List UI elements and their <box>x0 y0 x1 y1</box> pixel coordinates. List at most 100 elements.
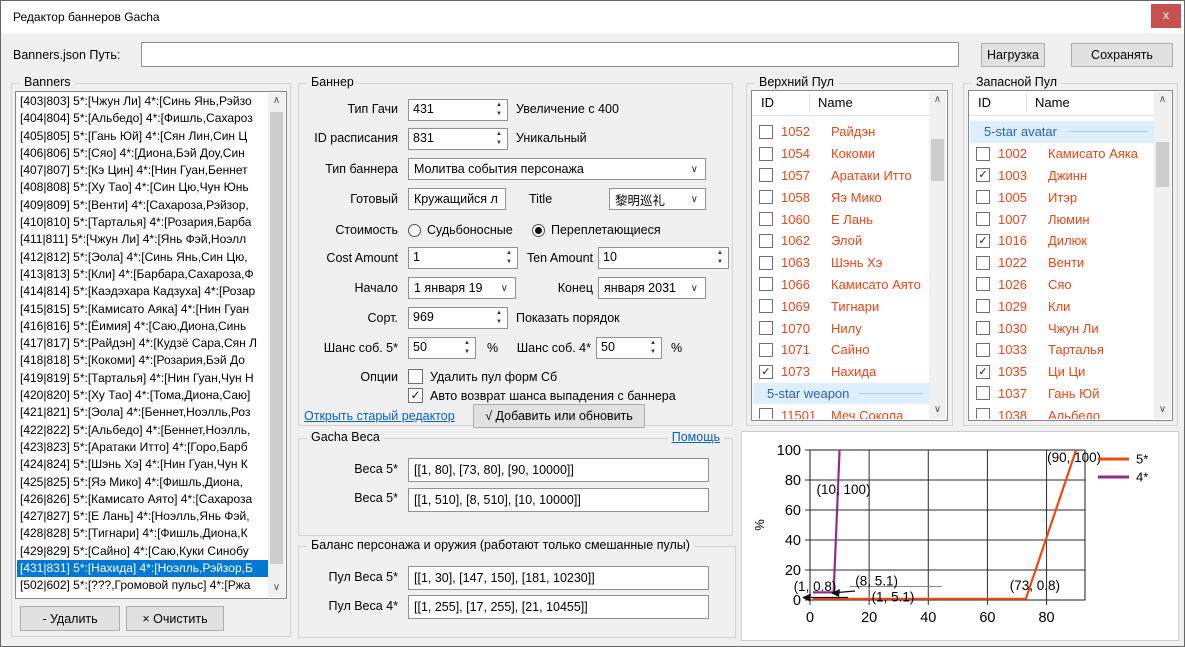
scrollbar-thumb[interactable] <box>270 112 283 564</box>
banner-list-item[interactable]: [406|806] 5*:[Сяо] 4*:[Диона,Бэй Доу,Син <box>17 145 268 162</box>
pool-row[interactable]: 1003Джинн <box>970 165 1154 187</box>
save-button[interactable]: Сохранять <box>1071 43 1173 67</box>
unchecked-checkbox[interactable] <box>976 321 990 335</box>
pool-row[interactable]: 1073Нахида <box>753 361 929 383</box>
scroll-down-icon[interactable] <box>268 580 285 597</box>
path-input[interactable] <box>141 42 959 67</box>
pool-row[interactable]: 1071Сайно <box>753 339 929 361</box>
spin-down-icon[interactable] <box>491 139 507 149</box>
banner-list-item[interactable]: [411|811] 5*:[Чжун Ли] 4*:[Янь Фэй,Ноэлл <box>17 231 268 248</box>
spin-up-icon[interactable] <box>645 338 661 348</box>
pool-row[interactable]: 1037Гань Юй <box>970 383 1154 405</box>
unchecked-checkbox[interactable] <box>759 168 773 182</box>
spin-up-icon[interactable] <box>459 338 475 348</box>
banner-list-item[interactable]: [428|828] 5*:[Тигнари] 4*:[Фишль,Диона,К <box>17 525 268 542</box>
begin-date-dropdown[interactable]: 1 января 19 <box>408 277 516 299</box>
unchecked-checkbox[interactable] <box>759 234 773 248</box>
pool-row[interactable]: 1060Е Лань <box>753 208 929 230</box>
scrollbar-thumb[interactable] <box>1156 142 1169 187</box>
reserve-pool-header[interactable]: ID Name <box>969 91 1154 116</box>
pool-row[interactable]: 1030Чжун Ли <box>970 317 1154 339</box>
banners-scrollbar[interactable] <box>268 93 285 597</box>
scroll-up-icon[interactable] <box>929 92 946 109</box>
auto-return-checkbox[interactable] <box>408 388 423 403</box>
cost-radio-intertwined[interactable] <box>532 224 545 237</box>
unchecked-checkbox[interactable] <box>976 343 990 357</box>
banner-list-item[interactable]: [415|815] 5*:[Камисато Аяка] 4*:[Нин Гуа… <box>17 301 268 318</box>
unchecked-checkbox[interactable] <box>759 190 773 204</box>
scrollbar-thumb[interactable] <box>931 139 944 181</box>
pool-row[interactable]: 1069Тигнари <box>753 295 929 317</box>
unchecked-checkbox[interactable] <box>759 408 773 419</box>
banner-list-item[interactable]: [420|820] 5*:[Ху Тао] 4*:[Тома,Диона,Саю… <box>17 387 268 404</box>
banner-list-item[interactable]: [423|823] 5*:[Аратаки Итто] 4*:[Горо,Бар… <box>17 439 268 456</box>
spin-up-icon[interactable] <box>491 308 507 318</box>
spin-down-icon[interactable] <box>712 258 728 268</box>
add-update-button[interactable]: √ Добавить или обновить <box>473 404 645 428</box>
unchecked-checkbox[interactable] <box>976 408 990 419</box>
unchecked-checkbox[interactable] <box>976 386 990 400</box>
scroll-up-icon[interactable] <box>268 93 285 110</box>
column-id[interactable]: ID <box>978 95 991 110</box>
banner-list-item[interactable]: [412|812] 5*:[Эола] 4*:[Синь Янь,Син Цю, <box>17 249 268 266</box>
pool-weights4-input[interactable] <box>408 595 709 619</box>
remove-pool-checkbox[interactable] <box>408 369 423 384</box>
pool-row[interactable]: 1002Камисато Аяка <box>970 143 1154 165</box>
banner-list-item[interactable]: [408|808] 5*:[Ху Тао] 4*:[Син Цю,Чун Юнь <box>17 179 268 196</box>
load-button[interactable]: Нагрузка <box>981 43 1045 67</box>
pool-row[interactable]: 1058Яэ Мико <box>753 186 929 208</box>
unchecked-checkbox[interactable] <box>976 256 990 270</box>
column-name[interactable]: Name <box>1035 95 1070 110</box>
pool-row[interactable]: 1029Кли <box>970 295 1154 317</box>
pool-row[interactable]: 1022Венти <box>970 252 1154 274</box>
unchecked-checkbox[interactable] <box>759 277 773 291</box>
clear-banners-button[interactable]: × Очистить <box>126 606 224 631</box>
pool-weights5-input[interactable] <box>408 566 709 590</box>
banner-list-item[interactable]: [502|602] 5*:[???,Громовой пульс] 4*:[Рж… <box>17 577 268 594</box>
scroll-down-icon[interactable] <box>1154 402 1171 419</box>
chance4-spinner[interactable]: 50 <box>596 337 662 359</box>
pool-row[interactable]: 1057Аратаки Итто <box>753 165 929 187</box>
upper-pool-scrollbar[interactable] <box>929 92 946 419</box>
checked-checkbox[interactable] <box>976 365 990 379</box>
spin-down-icon[interactable] <box>459 348 475 358</box>
unchecked-checkbox[interactable] <box>759 125 773 139</box>
banner-list-item[interactable]: [426|826] 5*:[Камисато Аято] 4*:[Сахароз… <box>17 491 268 508</box>
pool-row[interactable]: 1005Итэр <box>970 186 1154 208</box>
checked-checkbox[interactable] <box>976 234 990 248</box>
pool-row[interactable]: 1038Альбедо <box>970 404 1154 419</box>
unchecked-checkbox[interactable] <box>976 212 990 226</box>
banner-list-item[interactable]: [418|818] 5*:[Кокоми] 4*:[Розария,Бэй До <box>17 352 268 369</box>
scroll-down-icon[interactable] <box>929 402 946 419</box>
unchecked-checkbox[interactable] <box>759 256 773 270</box>
pool-row[interactable]: 1066Камисато Аято <box>753 274 929 296</box>
pool-row[interactable]: 1054Кокоми <box>753 143 929 165</box>
delete-banner-button[interactable]: - Удалить <box>20 606 120 631</box>
pool-row[interactable]: 1070Нилу <box>753 317 929 339</box>
banner-list-item[interactable]: [414|814] 5*:[Каэдэхара Кадзуха] 4*:[Роз… <box>17 283 268 300</box>
pool-row[interactable]: 1033Тарталья <box>970 339 1154 361</box>
banner-list-item[interactable]: [417|817] 5*:[Райдэн] 4*:[Кудзё Сара,Сян… <box>17 335 268 352</box>
checked-checkbox[interactable] <box>976 168 990 182</box>
pool-row[interactable]: 1052Райдэн <box>753 121 929 143</box>
unchecked-checkbox[interactable] <box>976 147 990 161</box>
banner-list-item[interactable]: [409|809] 5*:[Венти] 4*:[Сахароза,Рэйзор… <box>17 197 268 214</box>
ten-amount-spinner[interactable]: 10 <box>598 247 729 269</box>
banner-list-item[interactable]: [422|822] 5*:[Альбедо] 4*:[Беннет,Ноэлль… <box>17 422 268 439</box>
close-button[interactable]: x <box>1151 4 1181 28</box>
banner-list-item[interactable]: [410|810] 5*:[Тарталья] 4*:[Розария,Барб… <box>17 214 268 231</box>
unchecked-checkbox[interactable] <box>976 299 990 313</box>
pool-row[interactable]: 11501Меч Сокола <box>753 404 929 419</box>
gacha-type-spinner[interactable]: 431 <box>408 99 508 121</box>
spin-up-icon[interactable] <box>501 248 517 258</box>
upper-pool-header[interactable]: ID Name <box>752 91 929 116</box>
chance5-spinner[interactable]: 50 <box>408 337 476 359</box>
banner-list-item[interactable]: [416|816] 5*:[Ёимия] 4*:[Саю,Диона,Синь <box>17 318 268 335</box>
unchecked-checkbox[interactable] <box>759 321 773 335</box>
weights5-input[interactable] <box>408 458 709 482</box>
unchecked-checkbox[interactable] <box>759 147 773 161</box>
spin-up-icon[interactable] <box>491 129 507 139</box>
spin-up-icon[interactable] <box>712 248 728 258</box>
cost-amount-spinner[interactable]: 1 <box>408 247 518 269</box>
pool-row[interactable]: 1016Дилюк <box>970 230 1154 252</box>
